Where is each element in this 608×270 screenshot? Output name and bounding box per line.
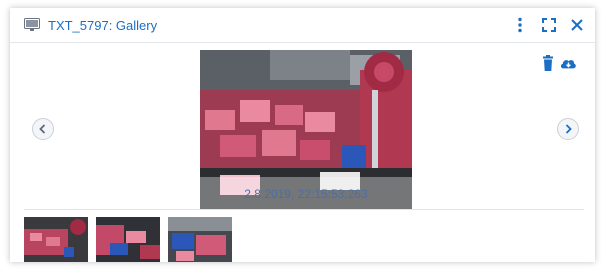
chevron-right-icon <box>565 124 572 134</box>
thumbnail-2[interactable] <box>96 217 160 262</box>
thumbnail-image <box>96 217 160 262</box>
close-icon[interactable] <box>568 16 586 34</box>
thumbnail-3[interactable] <box>168 217 232 262</box>
trash-icon[interactable] <box>539 55 557 71</box>
fullscreen-icon[interactable] <box>540 16 558 34</box>
next-image-button[interactable] <box>557 118 579 140</box>
more-vertical-icon[interactable] <box>511 16 529 34</box>
chevron-left-icon <box>39 124 46 134</box>
thumbnail-1[interactable] <box>24 217 88 262</box>
previous-image-button[interactable] <box>32 118 54 140</box>
cloud-download-icon[interactable] <box>559 55 577 71</box>
caption-bar: 2.8.2019, 22:15:53.263 <box>200 177 412 209</box>
desktop-icon <box>24 18 40 31</box>
gallery-window: TXT_5797: Gallery 2.8.2019, 22:15:53.263 <box>10 8 595 262</box>
divider <box>24 209 584 210</box>
titlebar: TXT_5797: Gallery <box>10 8 595 43</box>
thumbnail-image <box>168 217 232 262</box>
thumbnail-image <box>24 217 88 262</box>
image-timestamp: 2.8.2019, 22:15:53.263 <box>244 187 368 201</box>
window-title: TXT_5797: Gallery <box>48 18 158 33</box>
gallery-image: 2.8.2019, 22:15:53.263 <box>200 50 412 209</box>
